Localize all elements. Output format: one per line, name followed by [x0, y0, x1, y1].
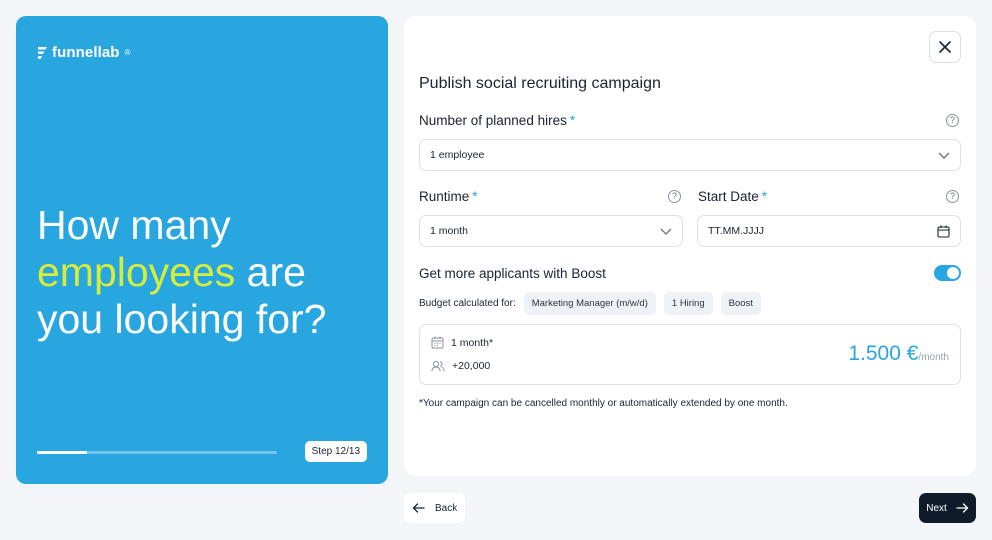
required-mark: * [569, 113, 576, 128]
price-summary: 1 month* +20,000 1.500 €/month [419, 324, 961, 385]
boost-toggle[interactable] [934, 265, 961, 281]
start-date-placeholder: TT.MM.JJJJ [708, 225, 764, 237]
budget-label: Budget calculated for: [419, 298, 516, 309]
hires-label: Number of planned hires * [419, 113, 575, 128]
boost-label: Get more applicants with Boost [419, 266, 606, 281]
reach-value: +20,000 [452, 360, 491, 372]
brand-name: funnellab [52, 44, 120, 61]
duration-row: 1 month* [431, 336, 493, 349]
hires-label-text: Number of planned hires [419, 113, 567, 128]
users-icon [431, 360, 445, 372]
hero-panel: funnellab ® How many employees are you lo… [16, 16, 388, 484]
footnote: *Your campaign can be cancelled monthly … [419, 398, 788, 409]
arrow-right-icon [956, 503, 968, 513]
reach-row: +20,000 [431, 360, 490, 372]
calendar-icon [431, 336, 444, 349]
required-mark: * [761, 189, 768, 204]
budget-chip-hiring: 1 Hiring [663, 292, 713, 315]
hires-value: 1 employee [430, 149, 485, 161]
price-amount: 1.500 € [848, 342, 919, 365]
runtime-select[interactable]: 1 month [419, 215, 683, 247]
progress-bar [37, 451, 277, 454]
close-button[interactable] [929, 31, 961, 63]
campaign-form-card: Publish social recruiting campaign Numbe… [404, 16, 976, 476]
hires-select[interactable]: 1 employee [419, 139, 961, 171]
progress-fill [37, 451, 88, 454]
start-date-label-text: Start Date [698, 189, 759, 204]
start-date-label: Start Date * [698, 189, 767, 204]
next-label: Next [926, 502, 947, 514]
funnellab-logo: funnellab ® [37, 44, 131, 61]
headline-part-1: How many [37, 202, 231, 248]
runtime-label-text: Runtime [419, 189, 470, 204]
budget-chip-role: Marketing Manager (m/w/d) [523, 292, 656, 315]
price-display: 1.500 €/month [848, 342, 949, 366]
help-icon[interactable]: ? [946, 114, 959, 127]
budget-chip-boost: Boost [720, 292, 761, 315]
required-mark: * [472, 189, 478, 204]
runtime-label: Runtime * [419, 189, 478, 204]
price-unit: /month [918, 352, 949, 363]
page-title: Publish social recruiting campaign [419, 75, 661, 92]
close-icon [939, 41, 951, 53]
back-button[interactable]: Back [404, 493, 466, 523]
help-icon[interactable]: ? [668, 190, 681, 203]
next-button[interactable]: Next [919, 493, 976, 523]
calendar-icon [937, 225, 950, 238]
budget-row: Budget calculated for: Marketing Manager… [419, 292, 761, 315]
step-badge: Step 12/13 [304, 441, 367, 462]
toggle-knob [947, 267, 959, 279]
help-icon[interactable]: ? [946, 190, 959, 203]
hero-headline: How many employees are you looking for? [37, 202, 377, 343]
runtime-value: 1 month [430, 225, 468, 237]
chevron-down-icon [938, 152, 950, 159]
duration-value: 1 month* [451, 336, 494, 349]
brand-mark: ® [124, 48, 131, 57]
back-label: Back [435, 502, 458, 514]
arrow-left-icon [412, 503, 425, 513]
chevron-down-icon [660, 228, 672, 235]
headline-highlight: employees [37, 249, 236, 295]
start-date-input[interactable]: TT.MM.JJJJ [697, 215, 961, 247]
funnellab-logo-icon [38, 46, 47, 59]
